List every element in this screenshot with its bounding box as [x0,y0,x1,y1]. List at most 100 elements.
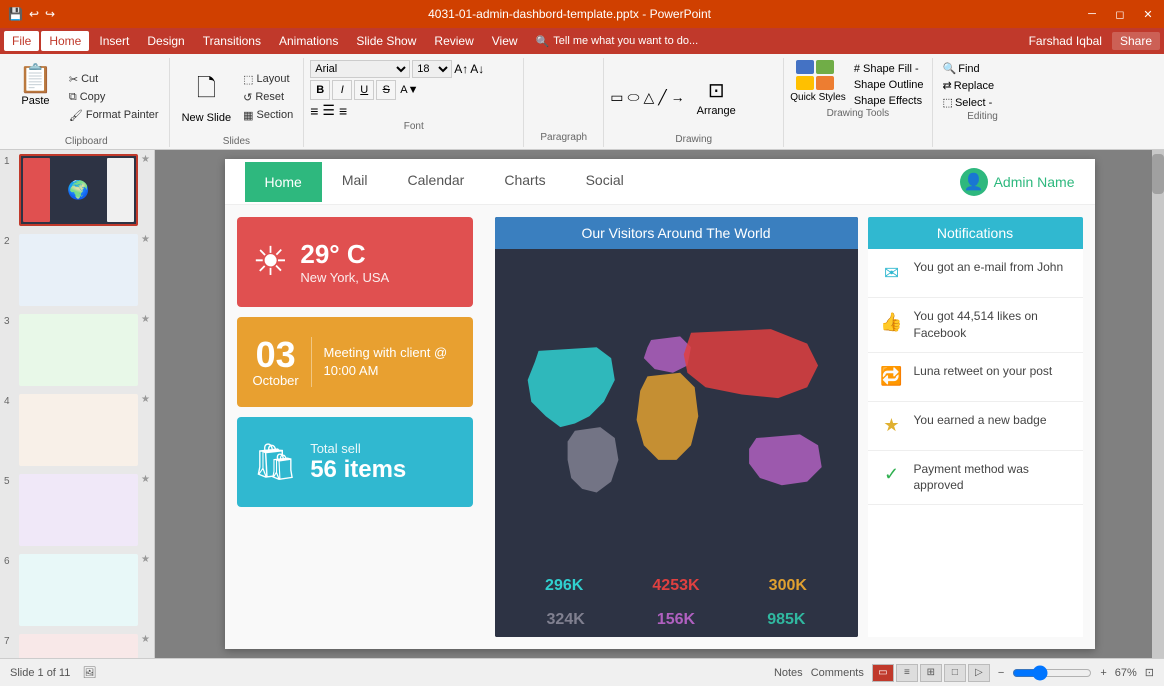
scroll-area: Home Mail Calendar Charts Social 👤 Admin… [155,150,1164,658]
minimize-button[interactable]: ─ [1084,6,1100,22]
shape-effects-button[interactable]: Shape Effects [852,94,926,108]
format-painter-button[interactable]: 🖌 Format Painter [65,107,163,124]
find-button[interactable]: 🔍 Find [939,60,1027,77]
arrange-button[interactable]: ⊡ [697,78,736,103]
copy-button[interactable]: ⧉ Copy [65,89,163,106]
quick-styles-button[interactable]: Quick Styles [790,60,846,103]
menu-item-file[interactable]: File [4,31,39,51]
replace-button[interactable]: ⇄ Replace [939,77,1027,94]
redo-icon[interactable]: ↪ [45,7,55,21]
comments-button[interactable]: Comments [811,667,864,679]
slide-thumbnail-2[interactable]: 2 ★ [4,234,150,306]
nav-tab-home[interactable]: Home [245,162,322,202]
font-size-selector[interactable]: 18 [412,60,452,78]
clipboard-group: 📋 Paste ✂ Cut ⧉ Copy 🖌 Format Painter Cl… [4,58,170,147]
select-icon: ⬚ [943,96,953,109]
reading-view-button[interactable]: □ [944,664,966,682]
slide-thumbnail-3[interactable]: 3 ★ [4,314,150,386]
normal-view-button[interactable]: ▭ [872,664,894,682]
slide-thumbnail-6[interactable]: 6 ★ [4,554,150,626]
title-bar-left: 💾 ↩ ↪ [8,7,55,21]
like-notification-icon: 👍 [878,308,906,336]
weather-location: New York, USA [300,270,389,285]
clipboard-right: ✂ Cut ⧉ Copy 🖌 Format Painter [65,58,163,136]
stat-2: 4253K [652,577,699,595]
align-center-button[interactable]: ☰ [322,102,335,119]
v-scrollbar[interactable] [1152,150,1164,658]
nav-tab-mail[interactable]: Mail [322,160,388,203]
zoom-minus-button[interactable]: − [998,667,1004,679]
new-slide-button[interactable]: 🗋 New Slide [176,58,238,136]
italic-button[interactable]: I [332,80,352,100]
zoom-plus-button[interactable]: + [1100,667,1106,679]
font-family-selector[interactable]: Arial [310,60,410,78]
clipboard-label: Clipboard [10,136,163,147]
sun-icon: ☀ [253,239,289,285]
nav-tab-charts[interactable]: Charts [484,160,565,203]
zoom-slider[interactable] [1012,665,1092,681]
slide-thumbnail-4[interactable]: 4 ★ [4,394,150,466]
slide-thumbnail-7[interactable]: 7 ★ [4,634,150,658]
line-shape[interactable]: ╱ [658,89,666,106]
align-right-button[interactable]: ≡ [339,103,347,119]
slide-sorter-button[interactable]: ⊞ [920,664,942,682]
nav-tab-calendar[interactable]: Calendar [388,160,485,203]
underline-button[interactable]: U [354,80,374,100]
share-button[interactable]: Share [1112,32,1160,50]
slide-thumbnail-5[interactable]: 5 ★ [4,474,150,546]
nav-tab-social[interactable]: Social [566,160,644,203]
undo-icon[interactable]: ↩ [29,7,39,21]
quick-styles-group: Quick Styles # Shape Fill - Shape Outlin… [784,58,932,147]
reset-button[interactable]: ↺ Reset [239,89,297,106]
shape-outline-button[interactable]: Shape Outline [852,78,926,92]
slide-num-6: 6 [4,554,16,567]
scrollbar-thumb[interactable] [1152,154,1164,194]
new-slide-label: New Slide [182,112,232,124]
slides-group: 🗋 New Slide ⬚ Layout ↺ Reset ▦ Section S… [170,58,305,147]
save-icon[interactable]: 💾 [8,7,23,21]
slide-star-1: ★ [141,154,150,165]
layout-button[interactable]: ⬚ Layout [239,71,297,88]
menu-item-insert[interactable]: Insert [91,31,137,51]
shape-fill-button[interactable]: # Shape Fill - [852,62,926,76]
arrow-shape[interactable]: → [671,89,685,105]
restore-button[interactable]: ◻ [1112,6,1128,22]
select-button[interactable]: ⬚ Select - [939,94,1027,111]
oval-shape[interactable]: ⬭ [627,89,639,106]
slide-thumbnail-1[interactable]: 1 🌍 ★ [4,154,150,226]
slideshow-view-button[interactable]: ▷ [968,664,990,682]
menu-item-review[interactable]: Review [426,31,481,51]
sales-label: Total sell [310,441,406,456]
menu-item-home[interactable]: Home [41,31,89,51]
menu-item-design[interactable]: Design [139,31,192,51]
slide-num-1: 1 [4,154,16,167]
slide-panel: 1 🌍 ★ 2 ★ 3 [0,150,155,658]
slide-img-4 [19,394,138,466]
strikethrough-button[interactable]: S [376,80,396,100]
outline-view-button[interactable]: ≡ [896,664,918,682]
section-button[interactable]: ▦ Section [239,107,297,124]
decrease-font-button[interactable]: A↓ [470,62,484,76]
admin-profile[interactable]: 👤 Admin Name [960,168,1075,196]
increase-font-button[interactable]: A↑ [454,62,468,76]
fit-slide-button[interactable]: ⊡ [1145,666,1154,679]
menu-item-animations[interactable]: Animations [271,31,346,51]
rectangle-shape[interactable]: ▭ [610,89,623,106]
slide-info: Slide 1 of 11 [10,667,70,679]
notes-button[interactable]: Notes [774,667,803,679]
close-button[interactable]: ✕ [1140,6,1156,22]
menu-item-slideshow[interactable]: Slide Show [348,31,424,51]
replace-icon: ⇄ [943,79,952,92]
triangle-shape[interactable]: △ [643,89,654,106]
cut-button[interactable]: ✂ Cut [65,71,163,88]
bold-button[interactable]: B [310,80,330,100]
paste-button[interactable]: 📋 Paste [10,58,61,136]
shape-props-area: # Shape Fill - Shape Outline Shape Effec… [852,62,926,108]
font-color-button[interactable]: A▼ [398,82,420,98]
menu-item-view[interactable]: View [484,31,526,51]
search-box[interactable]: 🔍 Tell me what you want to do... [536,35,699,48]
notification-payment: ✓ Payment method was approved [868,451,1083,506]
menu-item-transitions[interactable]: Transitions [195,31,269,51]
align-left-button[interactable]: ≡ [310,103,318,119]
paragraph-group-label: Paragraph [540,132,587,143]
